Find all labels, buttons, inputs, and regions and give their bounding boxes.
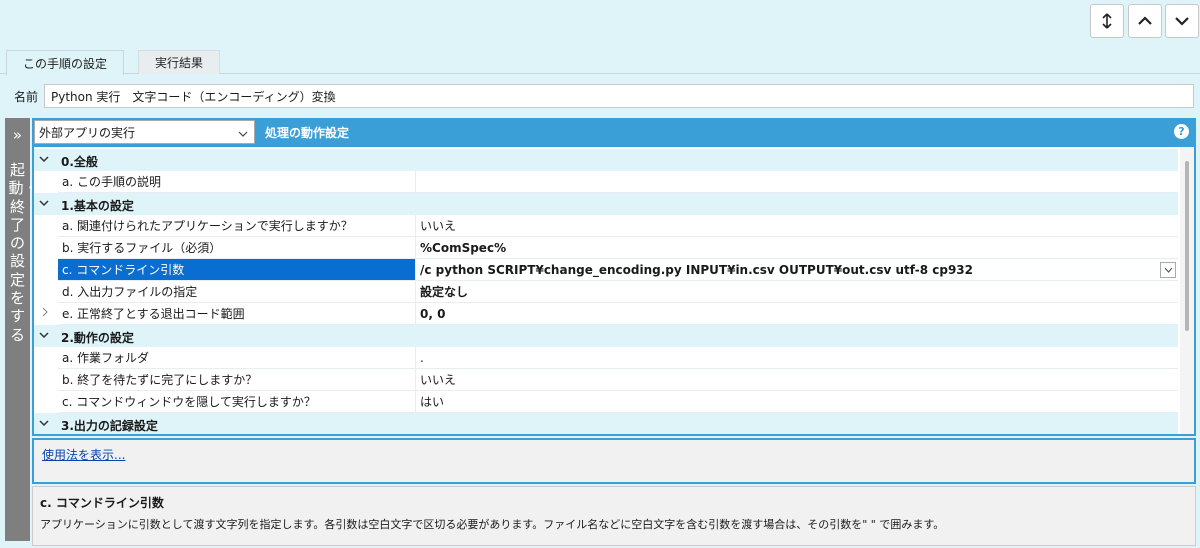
section-header-behavior[interactable]: 2.動作の設定 <box>34 325 1178 347</box>
vertical-resize-icon <box>1101 13 1113 29</box>
usage-section: 使用法を表示... <box>32 438 1196 484</box>
section-header-basic[interactable]: 1.基本の設定 <box>34 193 1178 215</box>
property-name: b. 実行するファイル（必須） <box>58 237 416 259</box>
property-value-editor[interactable]: /c python SCRIPT¥change_encoding.py INPU… <box>416 259 1178 281</box>
action-type-value: 外部アプリの実行 <box>39 125 136 140</box>
property-value[interactable]: いいえ <box>416 369 1178 391</box>
section-label: 3.出力の記録設定 <box>61 419 158 433</box>
help-icon[interactable]: ? <box>1174 124 1189 139</box>
chevron-up-icon <box>1138 16 1152 26</box>
property-row[interactable]: a. 関連付けられたアプリケーションで実行しますか？ いいえ <box>34 215 1178 237</box>
tab-bar: この手順の設定 実行結果 <box>0 48 1200 75</box>
property-name: d. 入出力ファイルの指定 <box>58 281 416 303</box>
property-value[interactable]: 設定なし <box>416 281 1178 303</box>
property-name: c. コマンドライン引数 <box>58 259 416 281</box>
description-title: c. コマンドライン引数 <box>40 496 164 510</box>
chevron-down-icon[interactable] <box>1160 262 1176 278</box>
action-settings-panel: 外部アプリの実行 処理の動作設定 ? 0.全般 a. この手順の説明 1.基本の… <box>32 118 1196 436</box>
panel-title: 処理の動作設定 <box>265 126 350 140</box>
startup-shutdown-panel-toggle[interactable]: » 起動・終了の設定をする <box>5 118 39 541</box>
property-description: c. コマンドライン引数 アプリケーションに引数として渡す文字列を指定します。各… <box>32 486 1196 546</box>
top-toolbar <box>0 0 1200 48</box>
property-name: a. 関連付けられたアプリケーションで実行しますか？ <box>58 215 416 237</box>
move-up-button[interactable] <box>1128 4 1162 38</box>
section-header-general[interactable]: 0.全般 <box>34 149 1178 171</box>
show-usage-link[interactable]: 使用法を表示... <box>42 446 125 463</box>
description-text: アプリケーションに引数として渡す文字列を指定します。各引数は空白文字で区切る必要… <box>40 518 945 531</box>
action-type-select[interactable]: 外部アプリの実行 <box>34 120 255 144</box>
section-label: 1.基本の設定 <box>61 199 134 213</box>
tab-run-results[interactable]: 実行結果 <box>138 50 221 74</box>
property-name: c. コマンドウィンドウを隠して実行しますか？ <box>58 391 416 413</box>
double-chevron-right-icon: » <box>12 126 23 144</box>
property-row[interactable]: b. 終了を待たずに完了にしますか？ いいえ <box>34 369 1178 391</box>
name-field[interactable]: Python 実行 文字コード（エンコーディング）変換 <box>44 84 1194 108</box>
property-value[interactable]: 0, 0 <box>416 303 1178 325</box>
move-down-button[interactable] <box>1165 4 1199 38</box>
property-value[interactable] <box>416 171 1178 193</box>
chevron-down-icon <box>1175 16 1189 26</box>
side-panel-label: 起動・終了の設定をする <box>8 161 39 344</box>
property-row[interactable]: d. 入出力ファイルの指定 設定なし <box>34 281 1178 303</box>
property-grid: 0.全般 a. この手順の説明 1.基本の設定 a. 関連付けられたアプリケーシ… <box>34 147 1194 434</box>
property-name: a. 作業フォルダ <box>58 347 416 369</box>
section-label: 0.全般 <box>61 155 98 169</box>
property-row[interactable]: a. この手順の説明 <box>34 171 1178 193</box>
vertical-scrollbar[interactable] <box>1180 147 1194 434</box>
chevron-down-icon <box>39 416 51 432</box>
property-row[interactable]: b. 実行するファイル（必須） %ComSpec% <box>34 237 1178 259</box>
chevron-down-icon <box>39 328 51 344</box>
chevron-right-icon[interactable] <box>42 306 48 320</box>
property-name: a. この手順の説明 <box>58 171 416 193</box>
chevron-down-icon <box>39 196 51 212</box>
chevron-down-icon <box>39 152 51 168</box>
section-label: 2.動作の設定 <box>61 331 134 345</box>
property-row-expandable[interactable]: e. 正常終了とする退出コード範囲 0, 0 <box>34 303 1178 325</box>
property-name: b. 終了を待たずに完了にしますか？ <box>58 369 416 391</box>
chevron-down-icon <box>238 127 248 141</box>
name-label: 名前 <box>14 90 39 104</box>
panel-header: 外部アプリの実行 処理の動作設定 ? <box>33 119 1195 145</box>
property-value[interactable]: . <box>416 347 1178 369</box>
section-header-output-log[interactable]: 3.出力の記録設定 <box>34 413 1178 434</box>
property-row-selected[interactable]: c. コマンドライン引数 /c python SCRIPT¥change_enc… <box>34 259 1178 281</box>
property-value[interactable]: はい <box>416 391 1178 413</box>
property-row[interactable]: c. コマンドウィンドウを隠して実行しますか？ はい <box>34 391 1178 413</box>
property-value[interactable]: いいえ <box>416 215 1178 237</box>
property-row[interactable]: a. 作業フォルダ . <box>34 347 1178 369</box>
scrollbar-thumb[interactable] <box>1185 161 1189 331</box>
property-name: e. 正常終了とする退出コード範囲 <box>58 303 416 325</box>
tab-step-settings[interactable]: この手順の設定 <box>6 50 125 75</box>
property-value[interactable]: %ComSpec% <box>416 237 1178 259</box>
resize-button[interactable] <box>1090 4 1124 38</box>
